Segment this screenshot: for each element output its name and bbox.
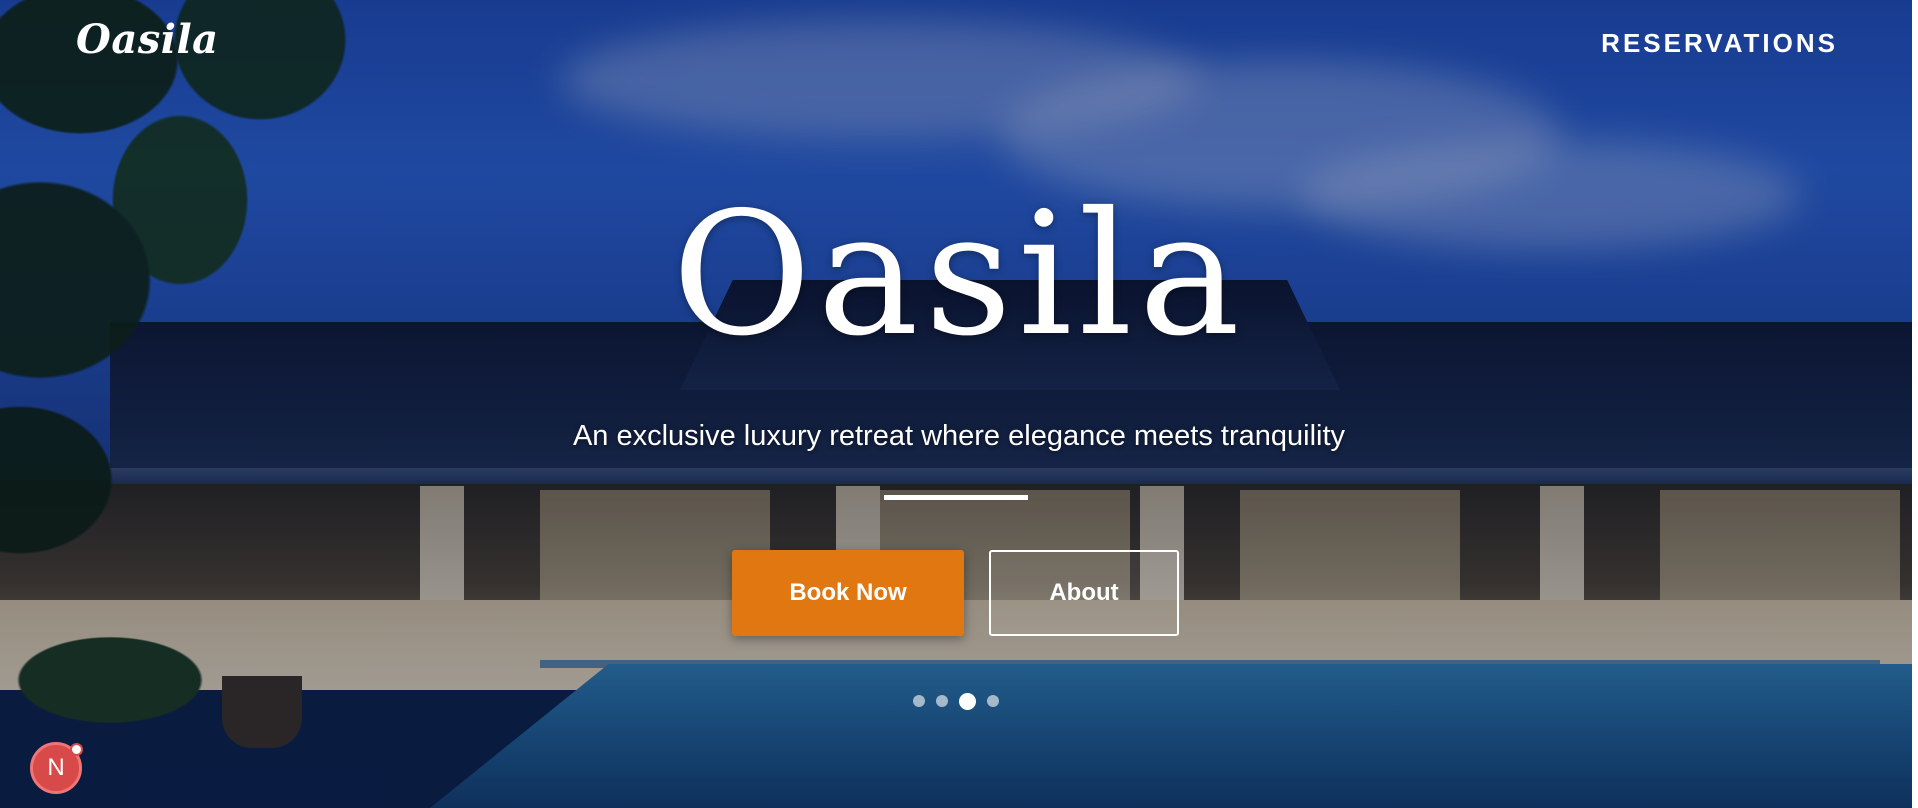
brand-logo[interactable]: Oasila	[76, 16, 219, 63]
carousel-dots	[913, 692, 999, 710]
hero-title: Oasila	[671, 176, 1247, 374]
carousel-dot[interactable]	[987, 695, 999, 707]
notification-dot-icon	[70, 743, 83, 756]
hero-divider	[884, 495, 1028, 500]
carousel-dot[interactable]	[959, 692, 976, 710]
book-now-button[interactable]: Book Now	[732, 550, 964, 636]
hero-section: Oasila RESERVATIONS Oasila An exclusive …	[0, 0, 1918, 808]
dark-overlay	[0, 0, 1918, 808]
nav-link-reservations[interactable]: RESERVATIONS	[1601, 28, 1838, 59]
carousel-dot[interactable]	[913, 695, 925, 707]
carousel-dot[interactable]	[936, 695, 948, 707]
hero-subtitle: An exclusive luxury retreat where elegan…	[572, 420, 1346, 452]
page-edge	[1912, 0, 1918, 808]
about-button[interactable]: About	[989, 550, 1179, 636]
avatar-letter: N	[47, 754, 65, 781]
